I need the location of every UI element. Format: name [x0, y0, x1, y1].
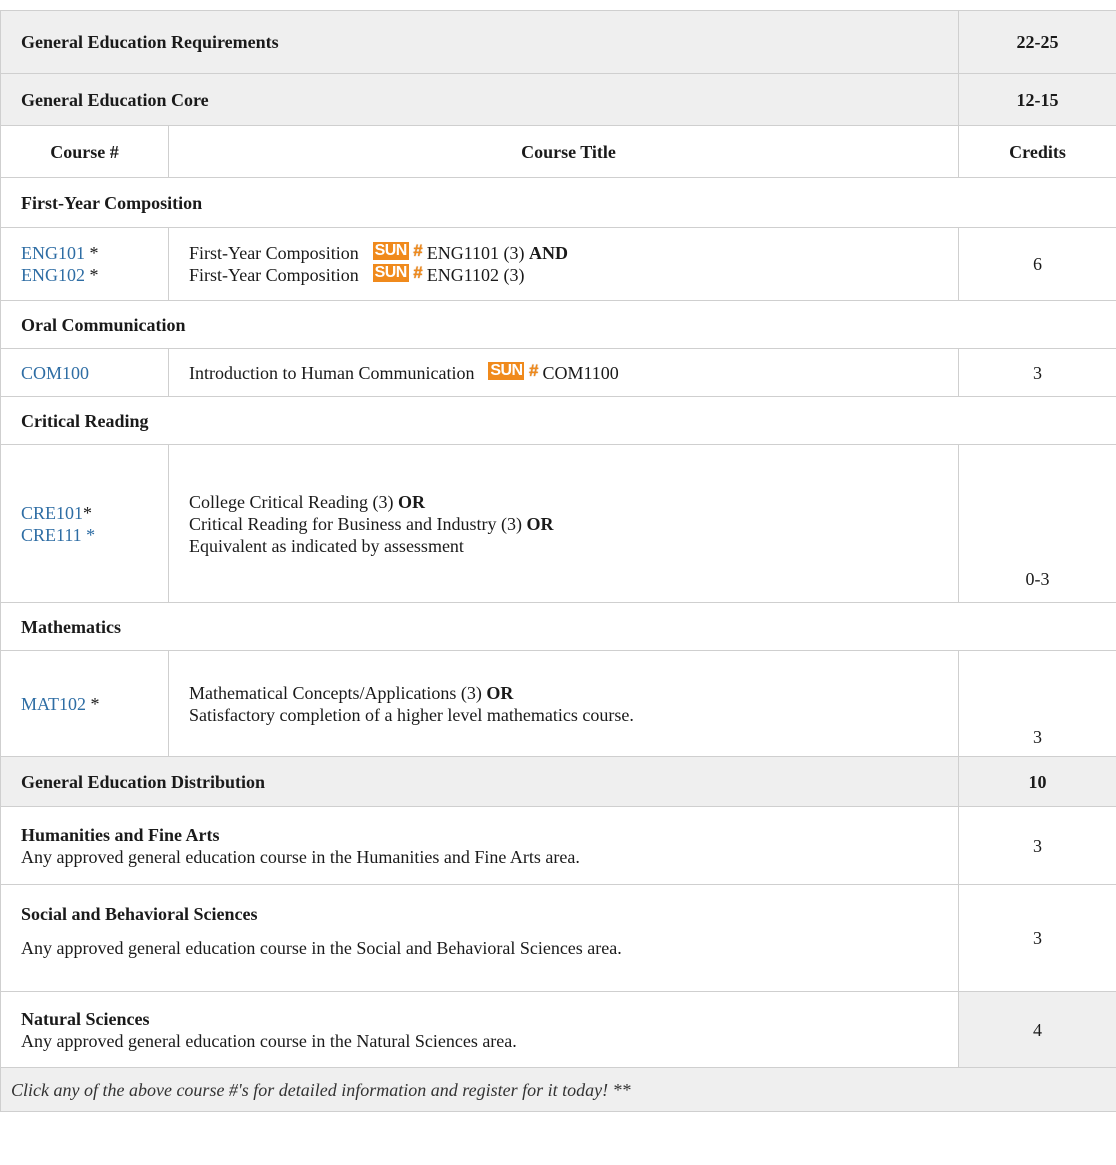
- sun-hash: #: [409, 264, 427, 282]
- oral-credits: 3: [959, 349, 1116, 397]
- math-course-cell: MAT102 *: [1, 651, 169, 757]
- core-title: General Education Core: [1, 74, 959, 126]
- social-text: Any approved general education course in…: [21, 937, 948, 959]
- course-star: *: [82, 525, 96, 545]
- humanities-credits: 3: [959, 807, 1116, 885]
- table-row: COM100 Introduction to Human Communicati…: [1, 349, 1116, 397]
- summary-credits: 22-25: [959, 11, 1116, 74]
- composition-course-cell: ENG101 * ENG102 *: [1, 228, 169, 301]
- sun-label: SUN: [488, 362, 524, 380]
- col-header-course-title: Course Title: [169, 126, 959, 178]
- course-link-cre101[interactable]: CRE101: [21, 503, 83, 523]
- critical-credits: 0-3: [959, 445, 1116, 603]
- social-cell: Social and Behavioral Sciences Any appro…: [1, 885, 959, 992]
- summary-title: General Education Requirements: [1, 11, 959, 74]
- course-title: Critical Reading for Business and Indust…: [189, 514, 526, 534]
- oral-title-cell: Introduction to Human Communication SUN#C…: [169, 349, 959, 397]
- social-credits: 3: [959, 885, 1116, 992]
- course-star: *: [85, 243, 99, 263]
- table-row: Social and Behavioral Sciences Any appro…: [1, 885, 1116, 992]
- critical-title-cell: College Critical Reading (3) OR Critical…: [169, 445, 959, 603]
- course-title: Satisfactory completion of a higher leve…: [189, 705, 634, 725]
- natural-text: Any approved general education course in…: [21, 1030, 948, 1052]
- col-header-course-num: Course #: [1, 126, 169, 178]
- table-row: ENG101 * ENG102 * First-Year Composition…: [1, 228, 1116, 301]
- core-row: General Education Core 12-15: [1, 74, 1116, 126]
- course-star: *: [86, 694, 100, 714]
- table-row: Natural Sciences Any approved general ed…: [1, 992, 1116, 1068]
- composition-title-cell: First-Year Composition SUN#ENG1101 (3) AN…: [169, 228, 959, 301]
- course-link-eng102[interactable]: ENG102: [21, 265, 85, 285]
- or-keyword: OR: [526, 514, 553, 534]
- section-heading-row: Oral Communication: [1, 301, 1116, 349]
- composition-credits: 6: [959, 228, 1116, 301]
- footer-row: Click any of the above course #'s for de…: [1, 1068, 1116, 1112]
- course-link-mat102[interactable]: MAT102: [21, 694, 86, 714]
- distribution-row: General Education Distribution 10: [1, 757, 1116, 807]
- math-credits: 3: [959, 651, 1116, 757]
- column-header-row: Course # Course Title Credits: [1, 126, 1116, 178]
- gen-ed-table: General Education Requirements 22-25 Gen…: [0, 10, 1116, 1112]
- course-title: College Critical Reading (3): [189, 492, 398, 512]
- distribution-title: General Education Distribution: [1, 757, 959, 807]
- course-star: *: [83, 503, 92, 523]
- composition-heading: First-Year Composition: [1, 178, 1116, 228]
- sun-badge-icon: SUN#: [373, 264, 427, 282]
- sun-label: SUN: [373, 242, 409, 260]
- course-title: Equivalent as indicated by assessment: [189, 536, 464, 556]
- col-header-credits: Credits: [959, 126, 1116, 178]
- section-heading-row: Critical Reading: [1, 397, 1116, 445]
- oral-heading: Oral Communication: [1, 301, 1116, 349]
- course-link-eng101[interactable]: ENG101: [21, 243, 85, 263]
- table-row: MAT102 * Mathematical Concepts/Applicati…: [1, 651, 1116, 757]
- core-credits: 12-15: [959, 74, 1116, 126]
- course-title: First-Year Composition: [189, 265, 359, 285]
- sun-number: COM1100: [542, 363, 618, 383]
- natural-heading: Natural Sciences: [21, 1008, 948, 1030]
- sun-badge-icon: SUN#: [488, 362, 542, 380]
- sun-hash: #: [524, 362, 542, 380]
- oral-course-cell: COM100: [1, 349, 169, 397]
- humanities-text: Any approved general education course in…: [21, 846, 948, 868]
- social-heading: Social and Behavioral Sciences: [21, 903, 948, 925]
- sun-number: ENG1102 (3): [427, 265, 525, 285]
- humanities-heading: Humanities and Fine Arts: [21, 824, 948, 846]
- or-keyword: OR: [398, 492, 425, 512]
- course-link-com100[interactable]: COM100: [21, 363, 89, 383]
- section-heading-row: Mathematics: [1, 603, 1116, 651]
- course-link-cre111[interactable]: CRE111: [21, 525, 82, 545]
- critical-course-cell: CRE101* CRE111 *: [1, 445, 169, 603]
- sun-badge-icon: SUN#: [373, 242, 427, 260]
- math-heading: Mathematics: [1, 603, 1116, 651]
- course-title: First-Year Composition: [189, 243, 359, 263]
- summary-row: General Education Requirements 22-25: [1, 11, 1116, 74]
- footer-note: Click any of the above course #'s for de…: [1, 1068, 1116, 1112]
- natural-credits: 4: [959, 992, 1116, 1068]
- humanities-cell: Humanities and Fine Arts Any approved ge…: [1, 807, 959, 885]
- distribution-credits: 10: [959, 757, 1116, 807]
- math-title-cell: Mathematical Concepts/Applications (3) O…: [169, 651, 959, 757]
- sun-number: ENG1101 (3): [427, 243, 529, 263]
- section-heading-row: First-Year Composition: [1, 178, 1116, 228]
- or-keyword: OR: [486, 683, 513, 703]
- course-title: Introduction to Human Communication: [189, 363, 474, 383]
- critical-heading: Critical Reading: [1, 397, 1116, 445]
- table-row: CRE101* CRE111 * College Critical Readin…: [1, 445, 1116, 603]
- course-title: Mathematical Concepts/Applications (3): [189, 683, 486, 703]
- course-star: *: [85, 265, 99, 285]
- table-row: Humanities and Fine Arts Any approved ge…: [1, 807, 1116, 885]
- and-keyword: AND: [529, 243, 568, 263]
- sun-label: SUN: [373, 264, 409, 282]
- sun-hash: #: [409, 242, 427, 260]
- natural-cell: Natural Sciences Any approved general ed…: [1, 992, 959, 1068]
